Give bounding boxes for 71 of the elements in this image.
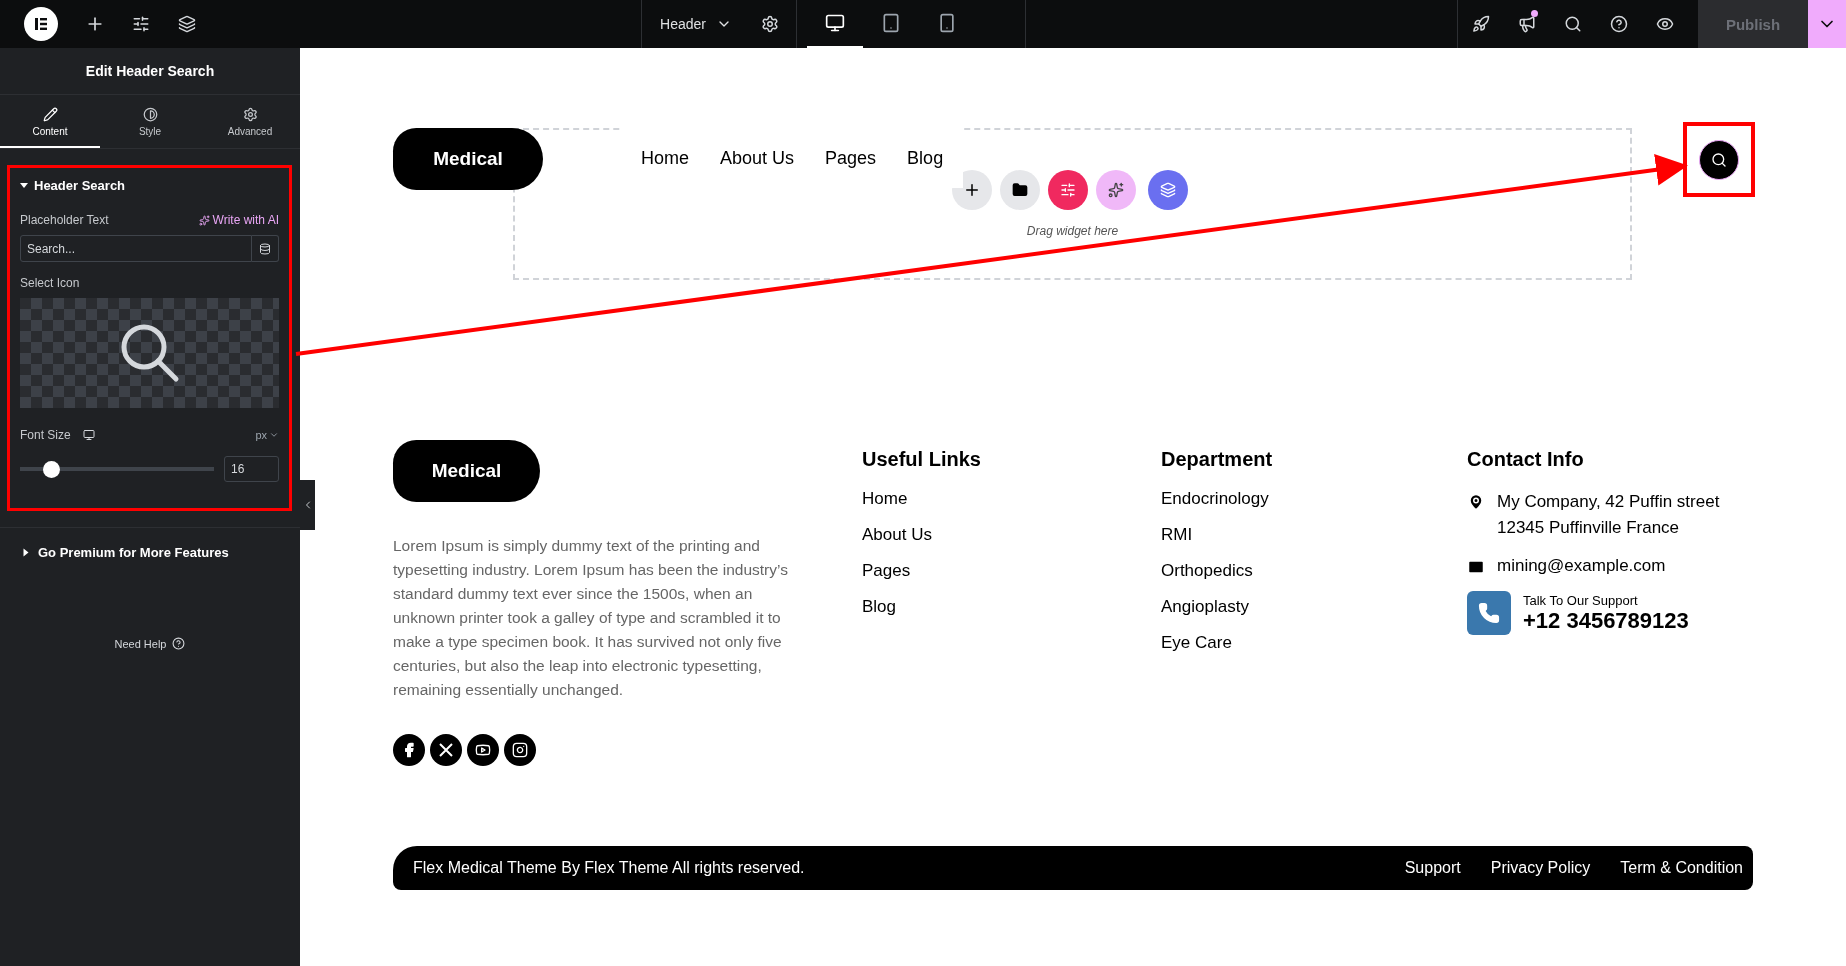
column-title: Contact Info [1467, 447, 1585, 471]
pencil-icon [42, 107, 58, 122]
panel-tab[interactable]: Style [100, 95, 200, 148]
search-icon [1711, 151, 1727, 168]
nav-link[interactable]: Pages [825, 147, 877, 169]
footer-link[interactable]: RMI [1161, 525, 1467, 545]
site-logo: Medical [393, 128, 543, 190]
footer-link[interactable]: Eye Care [1161, 633, 1467, 653]
footer-link[interactable]: Orthopedics [1161, 561, 1467, 581]
slider-thumb[interactable] [43, 460, 61, 478]
copyright-text: Flex Medical Theme By Flex Theme All rights reserved. [413, 859, 806, 877]
section-header[interactable]: Header Search [20, 178, 279, 193]
field-label: Font Size [20, 428, 71, 442]
premium-section-header[interactable]: Go Premium for More Features [0, 527, 300, 577]
sparkle-icon [198, 214, 210, 226]
column-title: Useful Links [862, 447, 982, 471]
footer-logo: Medical [393, 440, 540, 502]
database-icon [259, 242, 271, 255]
sparkle-icon [1107, 182, 1124, 198]
address-text: My Company, 42 Puffin street 12345 Puffinville France [1497, 491, 1721, 539]
youtube-icon[interactable] [467, 734, 499, 766]
column-title: Department [1161, 447, 1274, 471]
layers-icon [1159, 182, 1176, 198]
icon-picker[interactable] [20, 298, 279, 408]
footer-link[interactable]: Term & Condition [1620, 859, 1743, 877]
font-size-input[interactable]: 16 [224, 456, 279, 482]
help-icon [172, 637, 186, 650]
phone-number: +12 3456789123 [1523, 607, 1689, 634]
document-dropdown[interactable]: Header [654, 0, 738, 48]
footer-link[interactable]: Endocrinology [1161, 489, 1467, 509]
footer-link[interactable]: About Us [862, 525, 1161, 545]
placeholder-input[interactable]: Search... [20, 235, 252, 262]
about-text: Lorem Ipsum is simply dummy text of the printing and typesetting industry. Lorem Ipsum has been the industry’s standard dummy text ever since the 1500s, when an unknown printer took a galley of type and scrambled it to make a type specimen book. It has survived not only five centuries, but also the leap into electronic typesetting, remaining essentially unchanged. [393, 536, 788, 700]
instagram-icon[interactable] [504, 734, 536, 766]
monitor-icon[interactable] [82, 429, 95, 441]
phone-icon [1467, 591, 1511, 635]
support-label: Talk To Our Support [1523, 592, 1639, 608]
panel-tab[interactable]: Advanced [200, 95, 300, 148]
template-button[interactable] [1047, 170, 1088, 210]
email-text: mining@example.com [1497, 555, 1667, 577]
app-logo-icon[interactable] [24, 7, 58, 41]
footer-link[interactable]: Support [1404, 859, 1461, 877]
folder-icon [1011, 182, 1028, 198]
footer-link[interactable]: Home [862, 489, 1161, 509]
field-label: Placeholder Text [20, 213, 109, 227]
library-button[interactable] [1147, 170, 1188, 210]
panel-title: Edit Header Search [0, 48, 300, 95]
footer-link[interactable]: Pages [862, 561, 1161, 581]
location-pin-icon [1467, 493, 1485, 511]
chevron-down-icon [269, 430, 279, 440]
footer-link[interactable]: Privacy Policy [1490, 859, 1591, 877]
sliders-icon [1059, 182, 1076, 198]
ai-button[interactable] [1095, 170, 1136, 210]
nav-link[interactable]: About Us [720, 147, 795, 169]
search-button[interactable] [1699, 139, 1739, 180]
need-help-link[interactable]: Need Help [114, 637, 186, 650]
write-with-ai-link[interactable]: Write with AI [198, 213, 279, 227]
facebook-icon[interactable] [393, 734, 425, 766]
dynamic-tags-button[interactable] [252, 235, 279, 262]
unit-dropdown[interactable]: px [255, 429, 279, 441]
gear-icon [242, 107, 258, 122]
folder-button[interactable] [999, 170, 1040, 210]
drop-hint: Drag widget here [1026, 224, 1119, 238]
nav-link[interactable]: Home [641, 147, 689, 169]
panel-tab[interactable]: Content [0, 95, 100, 148]
field-label: Select Icon [20, 276, 81, 290]
nav-link[interactable]: Blog [907, 147, 944, 169]
contrast-icon [142, 107, 158, 122]
footer-link[interactable]: Angioplasty [1161, 597, 1467, 617]
footer-link[interactable]: Blog [862, 597, 1161, 617]
x-icon[interactable] [430, 734, 462, 766]
